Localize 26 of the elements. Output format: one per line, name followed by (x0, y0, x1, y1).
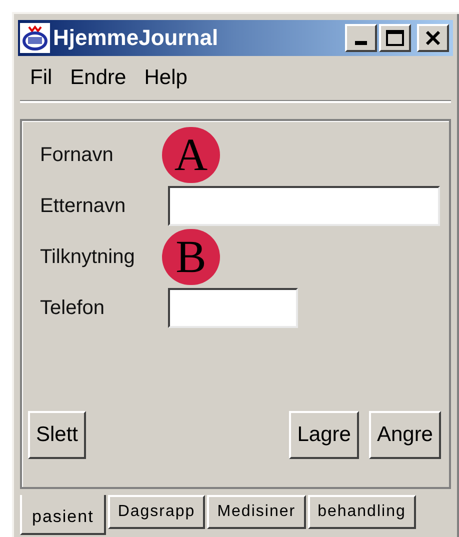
maximize-button[interactable] (379, 24, 411, 52)
field-label: Etternavn (40, 194, 127, 218)
marker-badge: A (162, 126, 220, 182)
tab[interactable]: behandling (308, 495, 416, 529)
maximize-icon (386, 30, 404, 46)
text-field[interactable] (168, 186, 440, 226)
minimize-button[interactable] (345, 24, 377, 52)
action-button[interactable]: Slett (28, 411, 86, 459)
action-button[interactable]: Lagre (289, 411, 359, 459)
field-label: Telefon (40, 296, 106, 320)
minimize-icon (355, 41, 367, 45)
text-field[interactable] (168, 288, 298, 328)
tab[interactable]: Dagsrapp (108, 495, 206, 529)
tab[interactable]: pasient (20, 495, 106, 535)
close-icon (425, 31, 441, 45)
tab[interactable]: Medisiner (207, 495, 306, 529)
menu-item[interactable]: Help (138, 62, 194, 94)
close-button[interactable] (417, 24, 449, 52)
menu-item[interactable]: Endre (64, 62, 132, 94)
window-title: HjemmeJournal (53, 27, 218, 49)
app-icon (20, 23, 50, 53)
menu-item[interactable]: Fil (24, 62, 58, 94)
action-button[interactable]: Angre (368, 411, 441, 459)
field-label: Tilknytning (40, 244, 136, 270)
marker-badge: B (162, 228, 220, 284)
field-label: Fornavn (40, 142, 114, 168)
